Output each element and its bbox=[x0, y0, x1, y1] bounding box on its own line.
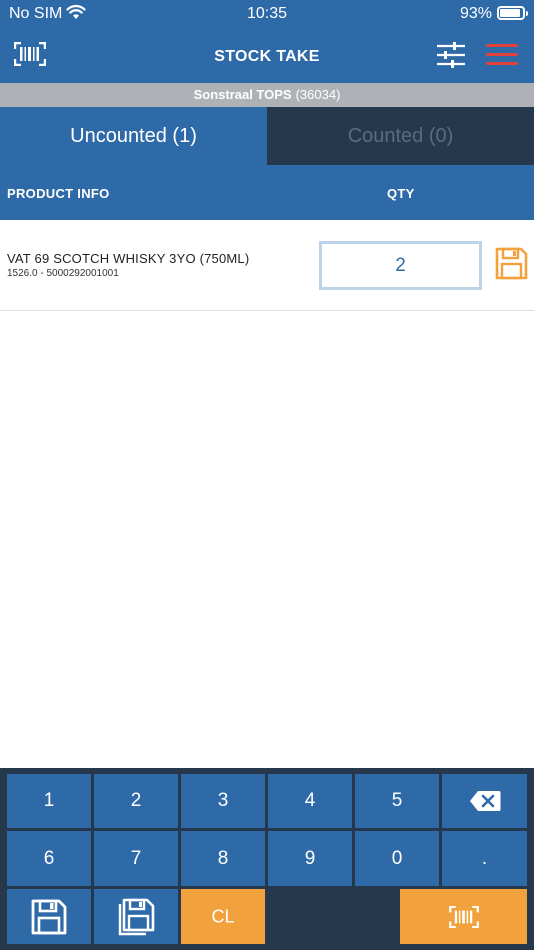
key-label: 9 bbox=[304, 847, 316, 869]
product-name: VAT 69 SCOTCH WHISKY 3YO (750ML) bbox=[7, 251, 250, 266]
tab-uncounted[interactable]: Uncounted (1) bbox=[0, 107, 267, 165]
clock: 10:35 bbox=[246, 5, 288, 22]
store-name: Sonstraal TOPS bbox=[193, 87, 292, 102]
key-label: 4 bbox=[304, 790, 316, 811]
list-item: VAT 69 SCOTCH WHISKY 3YO (750ML) 1526.0 … bbox=[0, 220, 534, 311]
key-7[interactable]: 7 bbox=[94, 831, 178, 886]
save-button[interactable] bbox=[7, 889, 91, 944]
key-label: 3 bbox=[217, 790, 229, 811]
clear-button[interactable]: CL bbox=[181, 889, 265, 944]
key-label: 6 bbox=[43, 847, 55, 869]
save-icon[interactable] bbox=[494, 246, 529, 281]
hamburger-menu-icon[interactable] bbox=[486, 44, 518, 66]
key-label: 0 bbox=[391, 847, 403, 869]
key-8[interactable]: 8 bbox=[181, 831, 265, 886]
key-2[interactable]: 2 bbox=[94, 774, 178, 828]
key-label: 1 bbox=[43, 790, 55, 811]
key-decimal[interactable]: . bbox=[442, 831, 527, 886]
qty-header: QTY bbox=[387, 186, 415, 201]
product-info-header: PRODUCT INFO bbox=[7, 186, 110, 201]
key-label: . bbox=[481, 847, 488, 869]
backspace-button[interactable] bbox=[442, 774, 527, 828]
store-bar: Sonstraal TOPS (36034) bbox=[0, 83, 534, 107]
key-1[interactable]: 1 bbox=[7, 774, 91, 828]
app-header: No SIM 10:35 93% STOCK TAKE bbox=[0, 0, 534, 83]
barcode-scan-icon bbox=[448, 905, 479, 928]
tab-bar: Uncounted (1) Counted (0) bbox=[0, 107, 534, 165]
key-4[interactable]: 4 bbox=[268, 774, 352, 828]
backspace-icon bbox=[469, 791, 500, 811]
battery-icon bbox=[497, 6, 528, 20]
status-bar: No SIM 10:35 93% bbox=[0, 0, 534, 28]
key-label: 8 bbox=[217, 847, 229, 869]
qty-input[interactable]: 2 bbox=[319, 241, 482, 290]
key-6[interactable]: 6 bbox=[7, 831, 91, 886]
filter-sliders-icon[interactable] bbox=[436, 41, 466, 69]
save-all-icon bbox=[118, 898, 155, 935]
key-5[interactable]: 5 bbox=[355, 774, 439, 828]
save-icon bbox=[31, 899, 67, 934]
key-3[interactable]: 3 bbox=[181, 774, 265, 828]
column-header: PRODUCT INFO QTY bbox=[0, 165, 534, 220]
key-label: 7 bbox=[130, 847, 142, 869]
product-code: 1526.0 - 5000292001001 bbox=[7, 268, 119, 279]
key-0[interactable]: 0 bbox=[355, 831, 439, 886]
scan-button[interactable] bbox=[400, 889, 527, 944]
key-label: 2 bbox=[130, 790, 142, 811]
key-label: 5 bbox=[391, 790, 403, 811]
save-all-button[interactable] bbox=[94, 889, 178, 944]
store-code: (36034) bbox=[295, 87, 341, 102]
battery-percent: 93% bbox=[459, 5, 492, 22]
key-9[interactable]: 9 bbox=[268, 831, 352, 886]
tab-counted[interactable]: Counted (0) bbox=[267, 107, 534, 165]
numeric-keypad: 1 2 3 4 5 6 7 8 9 0 . CL bbox=[0, 768, 534, 950]
clear-label: CL bbox=[211, 906, 235, 926]
